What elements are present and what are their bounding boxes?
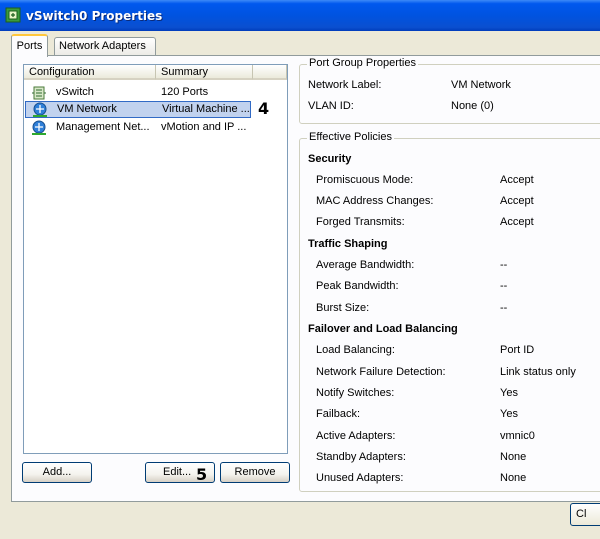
list-item-management-network[interactable]: Management Net... vMotion and IP ... [25,119,251,136]
effective-policies-legend: Effective Policies [307,131,394,143]
row-summary: vMotion and IP ... [161,121,247,133]
edit-button-label: Edit... [163,466,192,478]
row-configuration: VM Network [57,103,117,115]
title-bar[interactable]: vSwitch0 Properties [0,0,600,31]
mac-address-changes-value: Accept [500,195,534,207]
forged-transmits-key: Forged Transmits: [316,216,405,228]
average-bandwidth-key: Average Bandwidth: [316,259,415,271]
vlan-id-key: VLAN ID: [308,100,354,112]
list-item-vswitch[interactable]: vSwitch 120 Ports [25,84,251,101]
network-failure-detection-key: Network Failure Detection: [316,366,446,378]
column-spacer [253,65,287,80]
active-adapters-key: Active Adapters: [316,430,396,442]
add-button[interactable]: Add... [22,462,92,483]
peak-bandwidth-key: Peak Bandwidth: [316,280,399,292]
column-summary[interactable]: Summary [156,65,253,80]
port-group-properties-legend: Port Group Properties [307,57,418,69]
tab-network-adapters[interactable]: Network Adapters [54,37,156,55]
remove-button[interactable]: Remove [220,462,290,483]
active-adapters-value: vmnic0 [500,430,535,442]
load-balancing-value: Port ID [500,344,535,356]
promiscuous-mode-key: Promiscuous Mode: [316,174,414,186]
port-configuration-list[interactable]: Configuration Summary vSwitch 120 Ports … [23,64,288,454]
failover-heading: Failover and Load Balancing [308,323,458,335]
network-label-value: VM Network [451,79,511,91]
vswitch-window-icon [5,7,21,23]
port-group-icon [32,120,46,135]
unused-adapters-value: None [500,472,527,484]
notify-switches-key: Notify Switches: [316,387,395,399]
traffic-shaping-heading: Traffic Shaping [308,238,388,250]
network-label-key: Network Label: [308,79,382,91]
vswitch-icon [32,86,46,100]
load-balancing-key: Load Balancing: [316,344,395,356]
standby-adapters-value: None [500,451,527,463]
peak-bandwidth-value: -- [500,280,508,292]
row-summary: Virtual Machine ... [162,103,250,115]
mac-address-changes-key: MAC Address Changes: [316,195,434,207]
average-bandwidth-value: -- [500,259,508,271]
list-header: Configuration Summary [24,65,287,81]
burst-size-key: Burst Size: [316,302,370,314]
security-heading: Security [308,153,352,165]
promiscuous-mode-value: Accept [500,174,534,186]
tab-ports[interactable]: Ports [11,34,48,57]
unused-adapters-key: Unused Adapters: [316,472,404,484]
forged-transmits-value: Accept [500,216,534,228]
failback-key: Failback: [316,408,361,420]
vlan-id-value: None (0) [451,100,494,112]
standby-adapters-key: Standby Adapters: [316,451,406,463]
effective-policies-group: Effective Policies Security Promiscuous … [299,131,600,492]
row-summary: 120 Ports [161,86,209,98]
port-group-icon [33,102,47,117]
row-configuration: vSwitch [56,86,94,98]
port-group-properties-group: Port Group Properties Network Label: VM … [299,57,600,124]
ports-tab-panel: Configuration Summary vSwitch 120 Ports … [11,55,600,502]
row-configuration: Management Net... [56,121,150,133]
column-configuration[interactable]: Configuration [24,65,156,80]
annotation-marker-4: 4 [258,99,270,118]
burst-size-value: -- [500,302,508,314]
window-title: vSwitch0 Properties [26,9,163,23]
close-button[interactable]: Cl [570,503,600,526]
annotation-marker-5: 5 [196,465,208,484]
notify-switches-value: Yes [500,387,518,399]
failback-value: Yes [500,408,518,420]
list-item-vm-network[interactable]: VM Network Virtual Machine ... [25,101,251,118]
network-failure-detection-value: Link status only [500,366,576,378]
